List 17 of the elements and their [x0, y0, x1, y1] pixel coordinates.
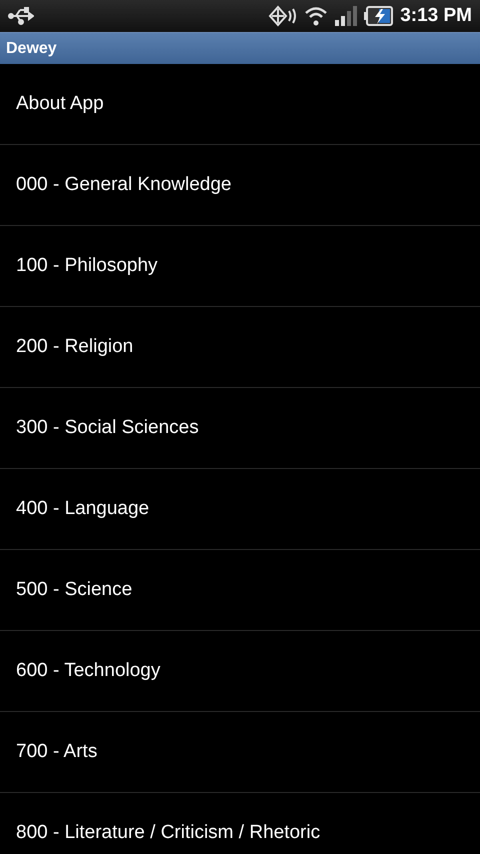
- list-item[interactable]: 000 - General Knowledge: [0, 145, 480, 226]
- signal-icon: [334, 5, 358, 27]
- list-item[interactable]: 600 - Technology: [0, 631, 480, 712]
- list-item[interactable]: 800 - Literature / Criticism / Rhetoric: [0, 793, 480, 854]
- window-title: Dewey: [6, 40, 57, 58]
- list-item[interactable]: 500 - Science: [0, 550, 480, 631]
- clock: 3:13 PM: [400, 5, 472, 27]
- list-item[interactable]: 400 - Language: [0, 469, 480, 550]
- wifi-icon: [304, 5, 328, 27]
- battery-icon: [364, 5, 394, 27]
- list-item[interactable]: About App: [0, 64, 480, 145]
- list-item[interactable]: 200 - Religion: [0, 307, 480, 388]
- list-item[interactable]: 300 - Social Sciences: [0, 388, 480, 469]
- gps-icon: [268, 5, 298, 27]
- list-item[interactable]: 700 - Arts: [0, 712, 480, 793]
- list-item[interactable]: 100 - Philosophy: [0, 226, 480, 307]
- usb-icon: [8, 7, 34, 25]
